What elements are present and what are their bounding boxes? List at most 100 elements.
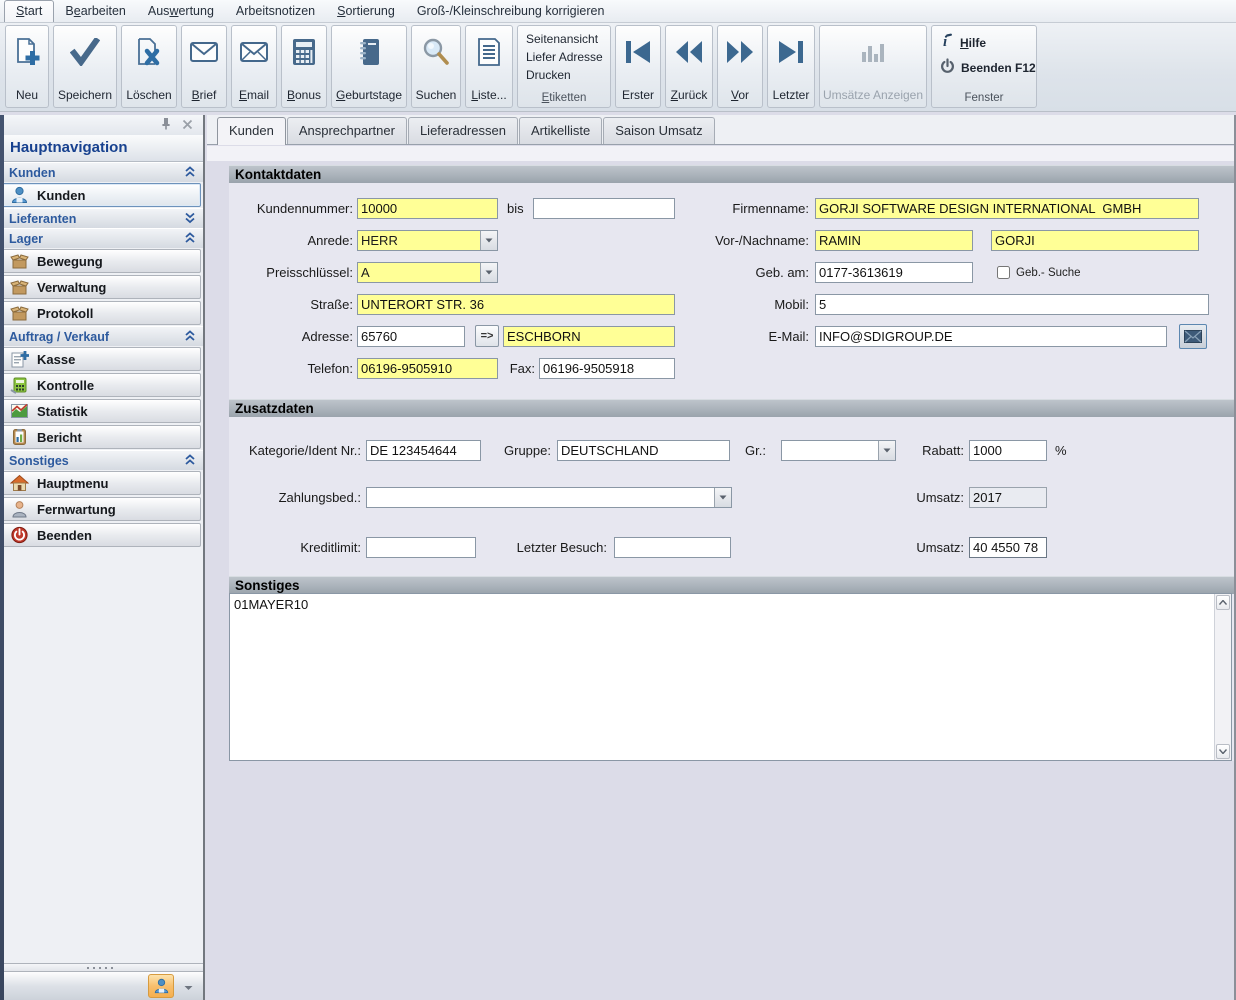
anrede-combobox[interactable]: HERR: [357, 230, 498, 251]
geburtstage-button[interactable]: Geburtstage: [331, 25, 407, 108]
sidebar-item-hauptmenu[interactable]: Hauptmenu: [2, 471, 201, 495]
kundennummer-bis-input[interactable]: [533, 198, 675, 219]
pin-icon[interactable]: [160, 117, 172, 133]
fax-label: Fax:: [509, 361, 535, 376]
tab-saison-umsatz[interactable]: Saison Umsatz: [603, 117, 715, 144]
menu-tab-auswertung[interactable]: Auswertung: [137, 1, 225, 22]
hilfe-button[interactable]: i Hilfe: [938, 30, 1030, 55]
kundennummer-input[interactable]: [357, 198, 498, 219]
tab-ansprechpartner[interactable]: Ansprechpartner: [286, 117, 407, 144]
nachname-input[interactable]: [991, 230, 1199, 251]
sidebar-item-fernwartung[interactable]: Fernwartung: [2, 497, 201, 521]
mobil-label: Mobil:: [774, 297, 809, 312]
drucken-button[interactable]: Drucken: [524, 66, 604, 84]
dropdown-arrow-icon[interactable]: [878, 441, 895, 460]
gruppe-input[interactable]: [557, 440, 730, 461]
document-tabs: Kunden Ansprechpartner Lieferadressen Ar…: [207, 115, 1234, 145]
chevron-down-icon[interactable]: [184, 979, 193, 994]
beenden-f12-button[interactable]: Beenden F12: [938, 55, 1036, 80]
close-icon[interactable]: [182, 118, 193, 133]
menu-tab-bearbeiten[interactable]: Bearbeiten: [54, 1, 136, 22]
kategorie-ident-input[interactable]: [366, 440, 481, 461]
tab-kunden[interactable]: Kunden: [217, 117, 286, 145]
umsatz-jahr-input[interactable]: [969, 487, 1047, 508]
neu-button[interactable]: Neu: [5, 25, 49, 108]
sidebar-empty-area: [0, 548, 203, 963]
plz-ort-lookup-button[interactable]: =>: [475, 325, 499, 347]
vertical-scrollbar[interactable]: [1214, 594, 1231, 760]
ort-input[interactable]: [503, 326, 675, 347]
bonus-button[interactable]: Bonus: [281, 25, 327, 108]
scroll-up-button[interactable]: [1216, 595, 1230, 610]
sidebar-item-statistik[interactable]: Statistik: [2, 399, 201, 423]
strasse-input[interactable]: [357, 294, 675, 315]
liste-button[interactable]: Liste...: [465, 25, 513, 108]
zurueck-button[interactable]: Zurück: [665, 25, 713, 108]
email-button[interactable]: Email: [231, 25, 277, 108]
zahlungsbed-combobox[interactable]: [366, 487, 732, 508]
menu-tab-gross-klein[interactable]: Groß-/Kleinschreibung korrigieren: [406, 1, 616, 22]
sidebar-splitter-handle[interactable]: [0, 963, 203, 972]
box-icon: [9, 252, 29, 270]
sidebar-item-verwaltung[interactable]: Verwaltung: [2, 275, 201, 299]
sonstiges-textarea[interactable]: 01MAYER10: [229, 593, 1232, 761]
scroll-down-button[interactable]: [1216, 744, 1230, 759]
dropdown-arrow-icon[interactable]: [480, 263, 497, 282]
sidebar-group-auftrag-verkauf[interactable]: Auftrag / Verkauf: [0, 326, 203, 346]
erster-button[interactable]: Erster: [615, 25, 661, 108]
letzter-besuch-input[interactable]: [614, 537, 731, 558]
umsatz-betrag-input[interactable]: [969, 537, 1047, 558]
suchen-button[interactable]: Suchen: [411, 25, 461, 108]
ribbon-button-label: Hilfe: [960, 35, 987, 50]
adresse-label: Adresse:: [301, 329, 353, 344]
seitenansicht-button[interactable]: Seitenansicht: [524, 30, 604, 48]
mobil-input[interactable]: [815, 294, 1209, 315]
gr-label: Gr.:: [745, 443, 766, 458]
gr-combobox[interactable]: [781, 440, 896, 461]
email-input[interactable]: [815, 326, 1167, 347]
letter-envelope-icon: [189, 34, 219, 70]
anrede-value: HERR: [361, 233, 398, 248]
chevron-double-down-icon: [184, 211, 196, 227]
dropdown-arrow-icon[interactable]: [714, 488, 731, 507]
sidebar-item-kontrolle[interactable]: Kontrolle: [2, 373, 201, 397]
telefon-input[interactable]: [357, 358, 498, 379]
vorname-input[interactable]: [815, 230, 973, 251]
geb-suche-label: Geb.- Suche: [1016, 267, 1081, 279]
plz-input[interactable]: [357, 326, 465, 347]
menu-tab-start[interactable]: Start: [4, 0, 55, 22]
sidebar-item-kasse[interactable]: Kasse: [2, 347, 201, 371]
sidebar-item-bericht[interactable]: Bericht: [2, 425, 201, 449]
tab-artikelliste[interactable]: Artikelliste: [518, 117, 603, 144]
sidebar-item-kunden[interactable]: Kunden: [2, 183, 201, 207]
sidebar-item-bewegung[interactable]: Bewegung: [2, 249, 201, 273]
sidebar-group-lieferanten[interactable]: Lieferanten: [0, 208, 203, 228]
sidebar-group-kunden[interactable]: Kunden: [0, 162, 203, 182]
liefer-adresse-button[interactable]: Liefer Adresse: [524, 48, 604, 66]
kreditlimit-input[interactable]: [366, 537, 476, 558]
vor-button[interactable]: Vor: [717, 25, 763, 108]
rabatt-input[interactable]: [969, 440, 1047, 461]
sidebar-item-beenden[interactable]: Beenden: [2, 523, 201, 547]
preisschluessel-combobox[interactable]: A: [357, 262, 498, 283]
letzter-button[interactable]: Letzter: [767, 25, 815, 108]
geb-suche-checkbox[interactable]: [997, 266, 1010, 279]
dropdown-arrow-icon[interactable]: [480, 231, 497, 250]
fax-input[interactable]: [539, 358, 675, 379]
sidebar-group-sonstiges[interactable]: Sonstiges: [0, 450, 203, 470]
navigation-person-button[interactable]: [148, 974, 174, 998]
sidebar-bottom-bar: [0, 972, 203, 1000]
brief-button[interactable]: Brief: [181, 25, 227, 108]
speichern-button[interactable]: Speichern: [53, 25, 117, 108]
menu-tab-sortierung[interactable]: Sortierung: [326, 1, 406, 22]
geb-am-input[interactable]: [815, 262, 973, 283]
preisschluessel-value: A: [361, 265, 370, 280]
bis-label: bis: [507, 201, 524, 216]
tab-lieferadressen[interactable]: Lieferadressen: [407, 117, 518, 144]
send-email-button[interactable]: [1179, 324, 1207, 349]
sidebar-group-lager[interactable]: Lager: [0, 228, 203, 248]
sidebar-item-protokoll[interactable]: Protokoll: [2, 301, 201, 325]
loeschen-button[interactable]: Löschen: [121, 25, 177, 108]
menu-tab-arbeitsnotizen[interactable]: Arbeitsnotizen: [225, 1, 326, 22]
firmenname-input[interactable]: [815, 198, 1199, 219]
